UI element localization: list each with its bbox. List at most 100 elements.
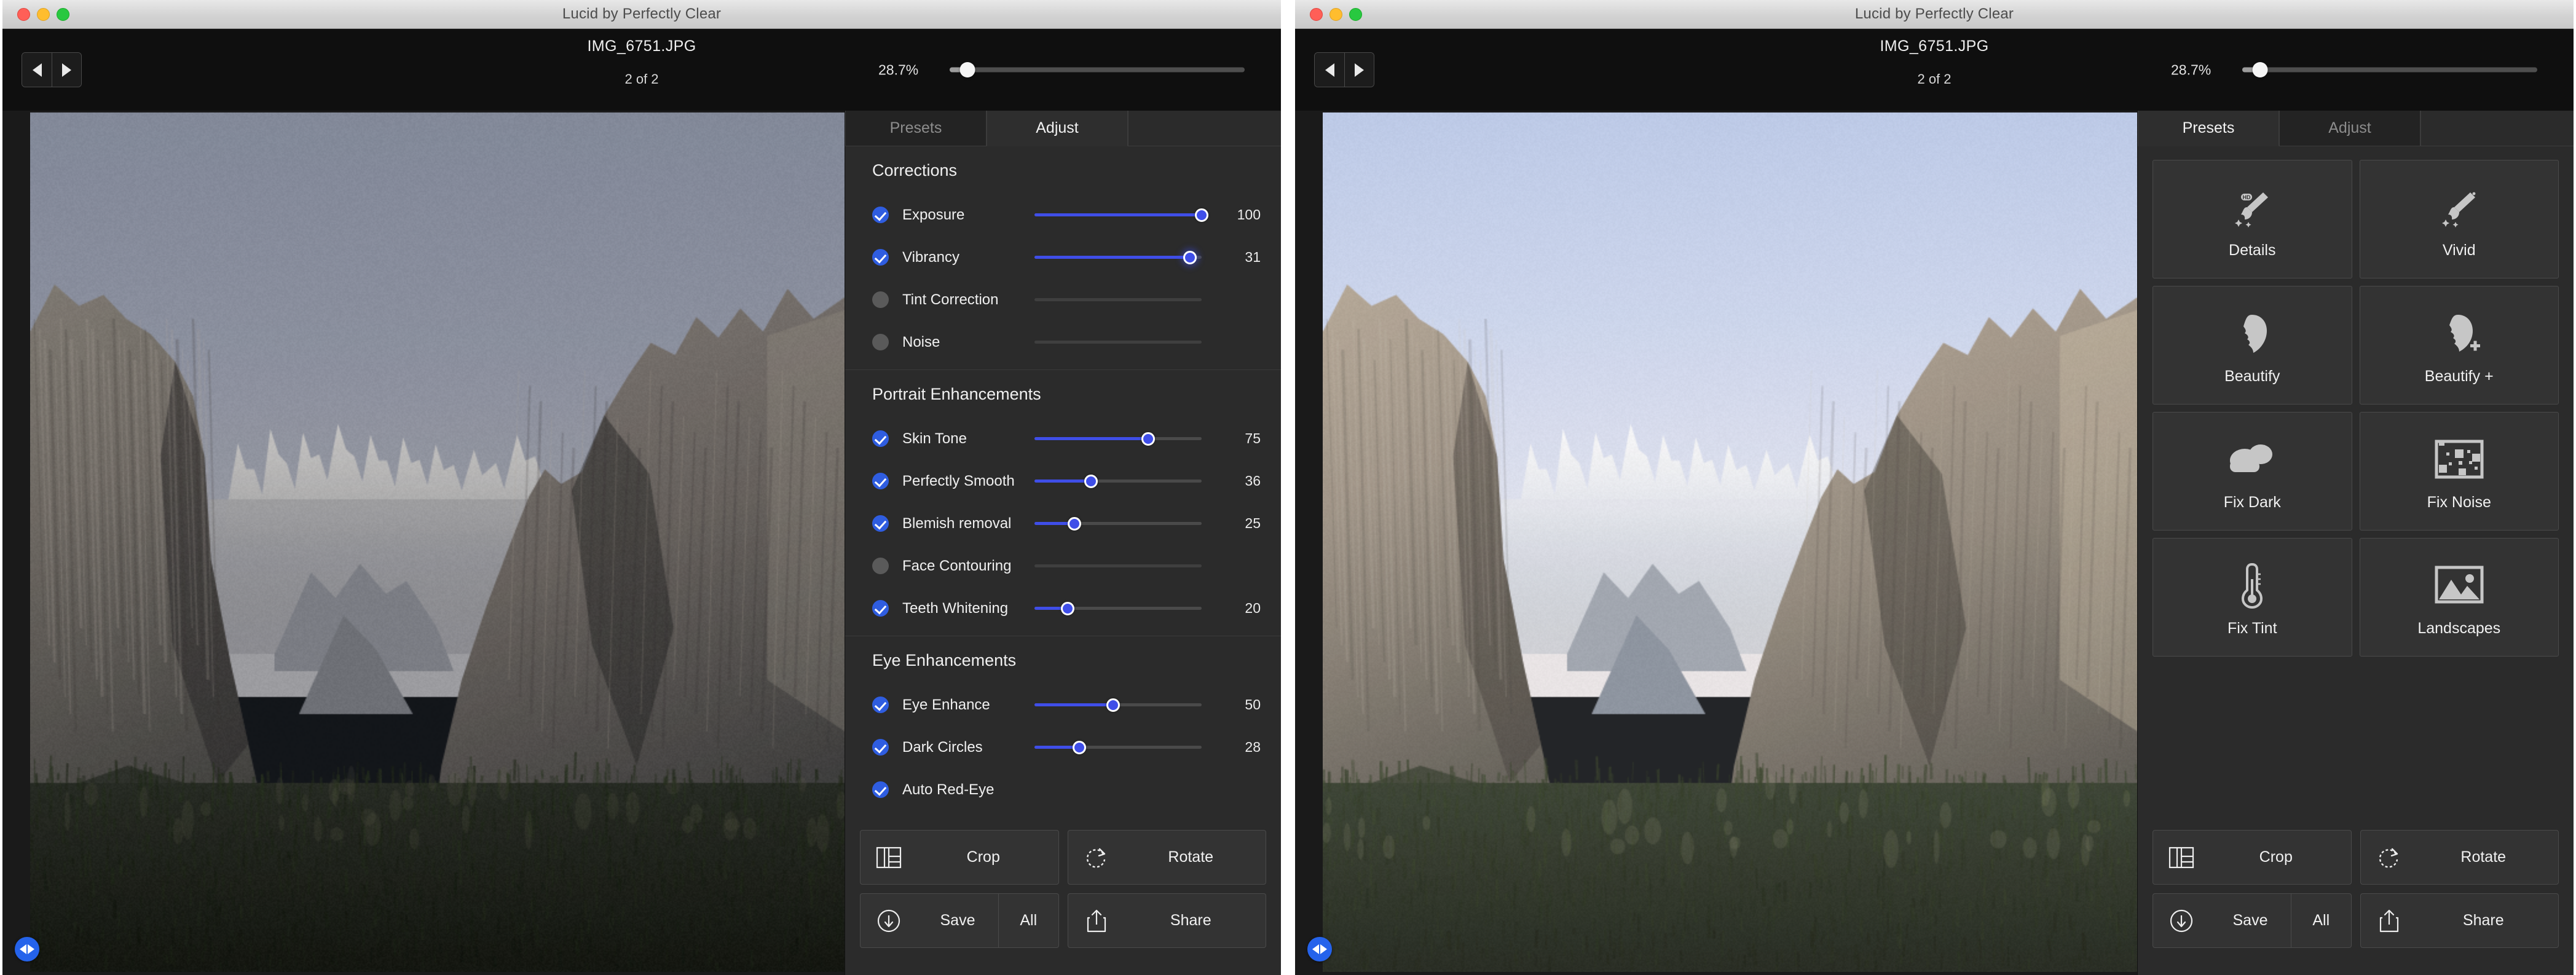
preset-beautify-plus[interactable]: Beautify + xyxy=(2360,286,2559,405)
slider-teeth-whitening[interactable] xyxy=(1034,600,1202,617)
rotate-button[interactable]: Rotate xyxy=(1068,830,1267,885)
next-image-button[interactable] xyxy=(1344,53,1374,87)
slider-thumb[interactable] xyxy=(1068,517,1081,531)
preset-fix-noise[interactable]: Fix Noise xyxy=(2360,412,2559,531)
share-label: Share xyxy=(1125,912,1266,930)
preset-details[interactable]: HD Details xyxy=(2153,160,2352,278)
toggle-face-contouring[interactable] xyxy=(872,558,889,574)
photo-area-left xyxy=(2,111,845,975)
slider-perfectly-smooth[interactable] xyxy=(1034,473,1202,490)
toggle-perfectly-smooth[interactable] xyxy=(872,473,889,489)
triangle-left-icon xyxy=(1325,63,1334,77)
file-name: IMG_6751.JPG xyxy=(2,38,1281,55)
adjust-row: Perfectly Smooth 36 xyxy=(845,460,1281,502)
slider-thumb[interactable] xyxy=(1084,475,1098,488)
slider-fill xyxy=(1034,213,1202,216)
next-image-button[interactable] xyxy=(52,53,81,87)
actions-left: Crop Rotate Save All Share xyxy=(845,819,1281,975)
adjust-label: Vibrancy xyxy=(902,249,1034,266)
preset-grid: HD Details Vivid Beautify Beautify + Fix Dark… xyxy=(2138,146,2574,657)
slider-thumb[interactable] xyxy=(1106,698,1120,712)
slider-track xyxy=(1034,298,1202,301)
slider-value: 75 xyxy=(1224,430,1261,447)
triangle-right-icon xyxy=(1355,63,1364,77)
preset-landscapes[interactable]: Landscapes xyxy=(2360,538,2559,657)
preset-label: Fix Dark xyxy=(2224,494,2281,511)
save-label: Save xyxy=(2210,912,2291,930)
toggle-teeth-whitening[interactable] xyxy=(872,600,889,617)
save-all-button[interactable]: All xyxy=(2291,912,2351,930)
slider-thumb[interactable] xyxy=(1195,208,1208,222)
prev-image-button[interactable] xyxy=(22,53,52,87)
preset-beautify[interactable]: Beautify xyxy=(2153,286,2352,405)
share-button[interactable]: Share xyxy=(1068,893,1267,948)
toolbar-left: IMG_6751.JPG 2 of 2 28.7% xyxy=(2,29,1281,111)
prev-image-button[interactable] xyxy=(1315,53,1344,87)
zoom-slider[interactable] xyxy=(2242,68,2537,73)
toggle-dark-circles[interactable] xyxy=(872,739,889,756)
actions-row-2: Save All Share xyxy=(2153,893,2559,948)
compare-left-right-icon xyxy=(20,944,26,954)
slider-tint-correction[interactable] xyxy=(1034,291,1202,309)
slider-value: 31 xyxy=(1224,249,1261,266)
slider-blemish-removal[interactable] xyxy=(1034,515,1202,532)
preset-fix-dark[interactable]: Fix Dark xyxy=(2153,412,2352,531)
section-eye-enhancements: Eye Enhancements Eye Enhance 50 Dark Circle… xyxy=(845,636,1281,817)
tab-presets[interactable]: Presets xyxy=(845,111,987,146)
slider-value: 36 xyxy=(1224,473,1261,489)
save-all-button[interactable]: All xyxy=(999,912,1058,930)
svg-text:HD: HD xyxy=(2243,194,2251,200)
crop-grid-icon xyxy=(2153,845,2210,870)
crop-button[interactable]: Crop xyxy=(2153,830,2352,885)
rotate-label: Rotate xyxy=(1125,848,1266,866)
slider-fill xyxy=(1034,480,1091,483)
slider-thumb[interactable] xyxy=(1141,432,1155,446)
tab-adjust[interactable]: Adjust xyxy=(987,111,1128,146)
toggle-auto-red-eye[interactable] xyxy=(872,781,889,798)
slider-exposure[interactable] xyxy=(1034,207,1202,224)
tab-adjust[interactable]: Adjust xyxy=(2279,111,2420,146)
save-button[interactable]: Save All xyxy=(2153,893,2352,948)
file-name: IMG_6751.JPG xyxy=(1295,38,2574,55)
slider-eye-enhance[interactable] xyxy=(1034,697,1202,714)
photo-viewport-left[interactable] xyxy=(30,112,845,972)
adjust-row: Exposure 100 xyxy=(845,194,1281,236)
share-button[interactable]: Share xyxy=(2360,893,2559,948)
photo-viewport-right[interactable] xyxy=(1323,112,2137,972)
zoom-slider-thumb[interactable] xyxy=(2252,62,2267,77)
slider-thumb[interactable] xyxy=(1061,602,1074,615)
preset-fix-tint[interactable]: Fix Tint xyxy=(2153,538,2352,657)
toggle-blemish-removal[interactable] xyxy=(872,515,889,532)
toggle-exposure[interactable] xyxy=(872,207,889,223)
section-title: Portrait Enhancements xyxy=(872,385,1281,404)
brush-icon xyxy=(2436,179,2483,235)
toggle-tint-correction[interactable] xyxy=(872,291,889,308)
tab-filler xyxy=(1128,111,1281,146)
toggle-eye-enhance[interactable] xyxy=(872,697,889,713)
zoom-slider[interactable] xyxy=(950,68,1245,73)
compare-toggle-button[interactable] xyxy=(15,937,39,961)
zoom-control-left: 28.7% xyxy=(878,61,1245,78)
slider-thumb[interactable] xyxy=(1073,741,1086,754)
slider-noise[interactable] xyxy=(1034,334,1202,351)
slider-value: 50 xyxy=(1224,697,1261,713)
slider-vibrancy[interactable] xyxy=(1034,249,1202,266)
slider-dark-circles[interactable] xyxy=(1034,739,1202,756)
zoom-slider-thumb[interactable] xyxy=(959,62,975,77)
titlebar-right: Lucid by Perfectly Clear xyxy=(1295,0,2574,29)
slider-skin-tone[interactable] xyxy=(1034,430,1202,448)
preset-vivid[interactable]: Vivid xyxy=(2360,160,2559,278)
adjust-row: Face Contouring xyxy=(845,545,1281,587)
compare-toggle-button[interactable] xyxy=(1307,937,1332,961)
rotate-button[interactable]: Rotate xyxy=(2360,830,2559,885)
toggle-skin-tone[interactable] xyxy=(872,430,889,447)
slider-thumb[interactable] xyxy=(1183,251,1197,264)
toggle-noise[interactable] xyxy=(872,334,889,350)
titlebar-left: Lucid by Perfectly Clear xyxy=(2,0,1281,29)
brush-hd-icon: HD xyxy=(2229,179,2275,235)
crop-button[interactable]: Crop xyxy=(860,830,1059,885)
slider-face-contouring[interactable] xyxy=(1034,558,1202,575)
tab-presets[interactable]: Presets xyxy=(2138,111,2279,146)
save-button[interactable]: Save All xyxy=(860,893,1059,948)
toggle-vibrancy[interactable] xyxy=(872,249,889,266)
